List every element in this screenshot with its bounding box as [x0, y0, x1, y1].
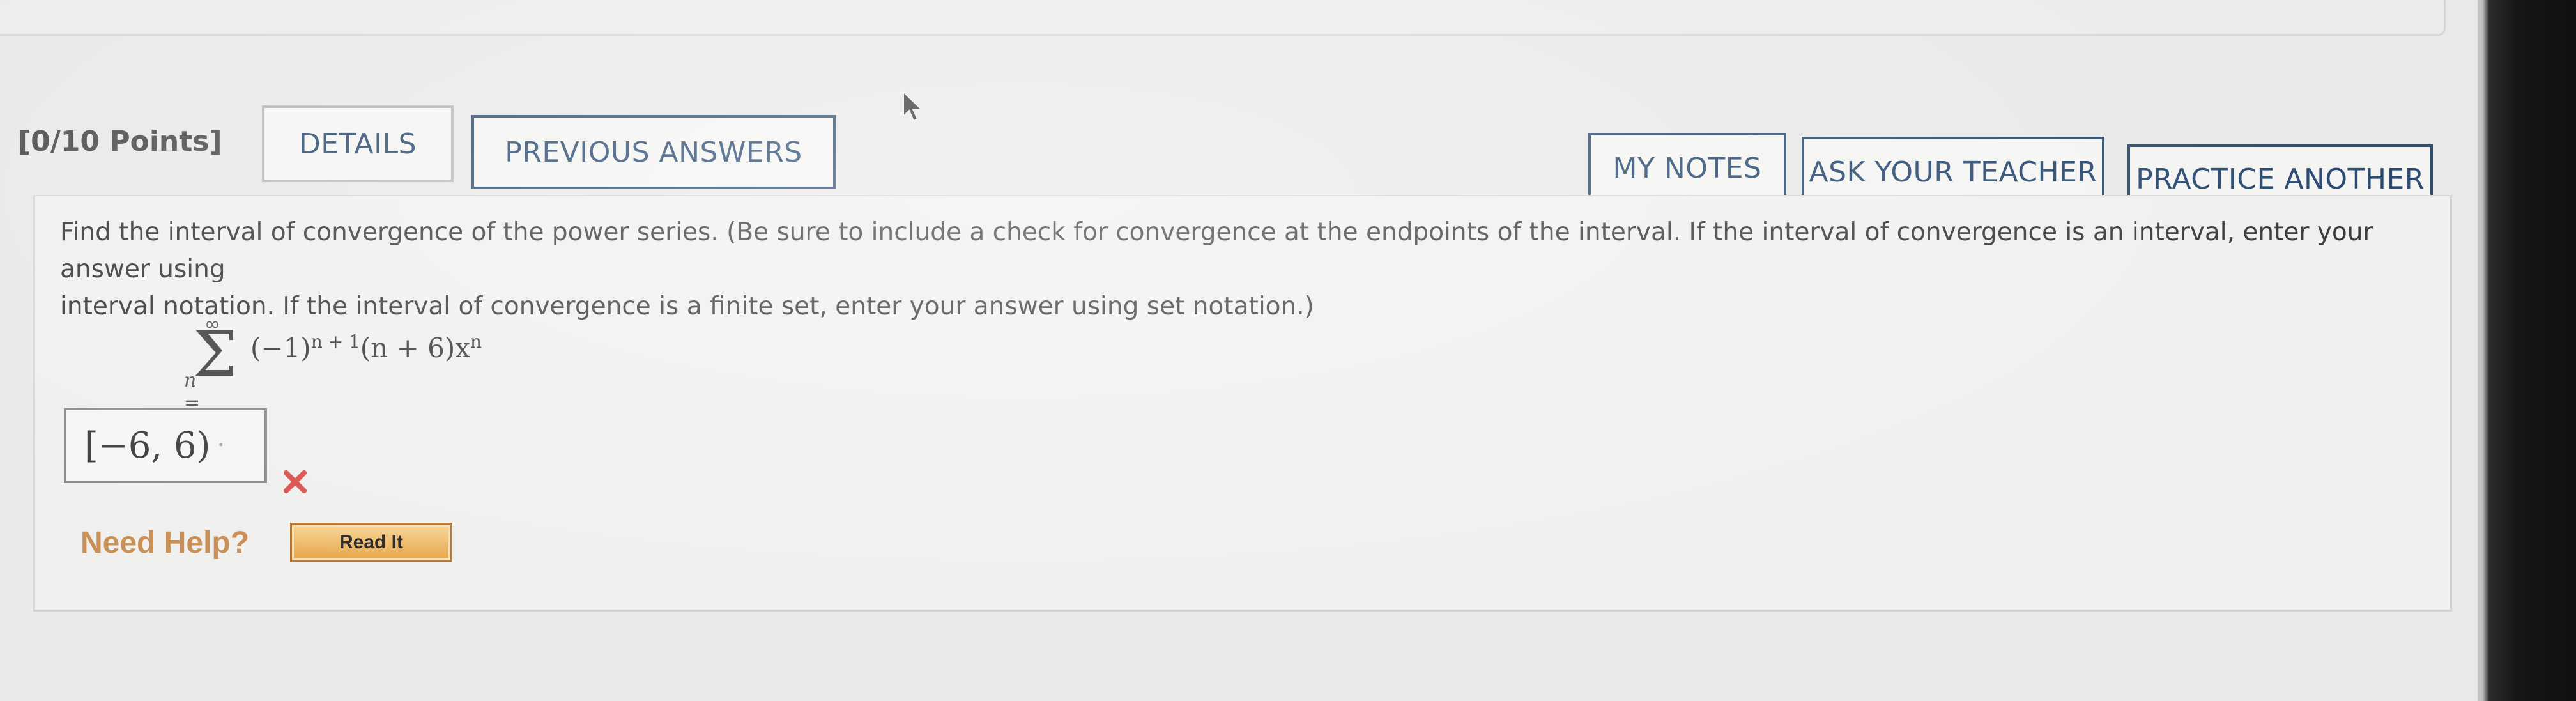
monitor-bezel — [2478, 0, 2576, 701]
points-label: [0/10 Points] — [18, 125, 222, 158]
read-it-button[interactable]: Read It — [290, 523, 452, 562]
previous-question-card — [0, 0, 2446, 36]
question-prompt: Find the interval of convergence of the … — [60, 214, 2424, 325]
question-text-line-1: Find the interval of convergence of the … — [60, 218, 2373, 284]
term-rest: (n + 6)x — [360, 332, 470, 364]
term-base: (−1) — [250, 332, 311, 364]
term-exponent: n + 1 — [310, 331, 360, 352]
need-help-label: Need Help? — [80, 526, 250, 560]
question-text-line-2: interval notation. If the interval of co… — [60, 292, 1314, 321]
series-term: (−1)n + 1(n + 6)xn — [250, 331, 482, 364]
answer-value: [−6, 6) — [84, 424, 211, 466]
my-notes-button[interactable]: MY NOTES — [1588, 133, 1786, 203]
x-mark-icon — [284, 470, 307, 493]
answer-cursor-dot: · — [217, 431, 226, 460]
term-rest-exponent: n — [470, 331, 482, 352]
answer-input[interactable]: [−6, 6) · — [64, 408, 267, 483]
previous-answers-button[interactable]: PREVIOUS ANSWERS — [471, 115, 836, 189]
details-button[interactable]: DETAILS — [262, 105, 454, 182]
